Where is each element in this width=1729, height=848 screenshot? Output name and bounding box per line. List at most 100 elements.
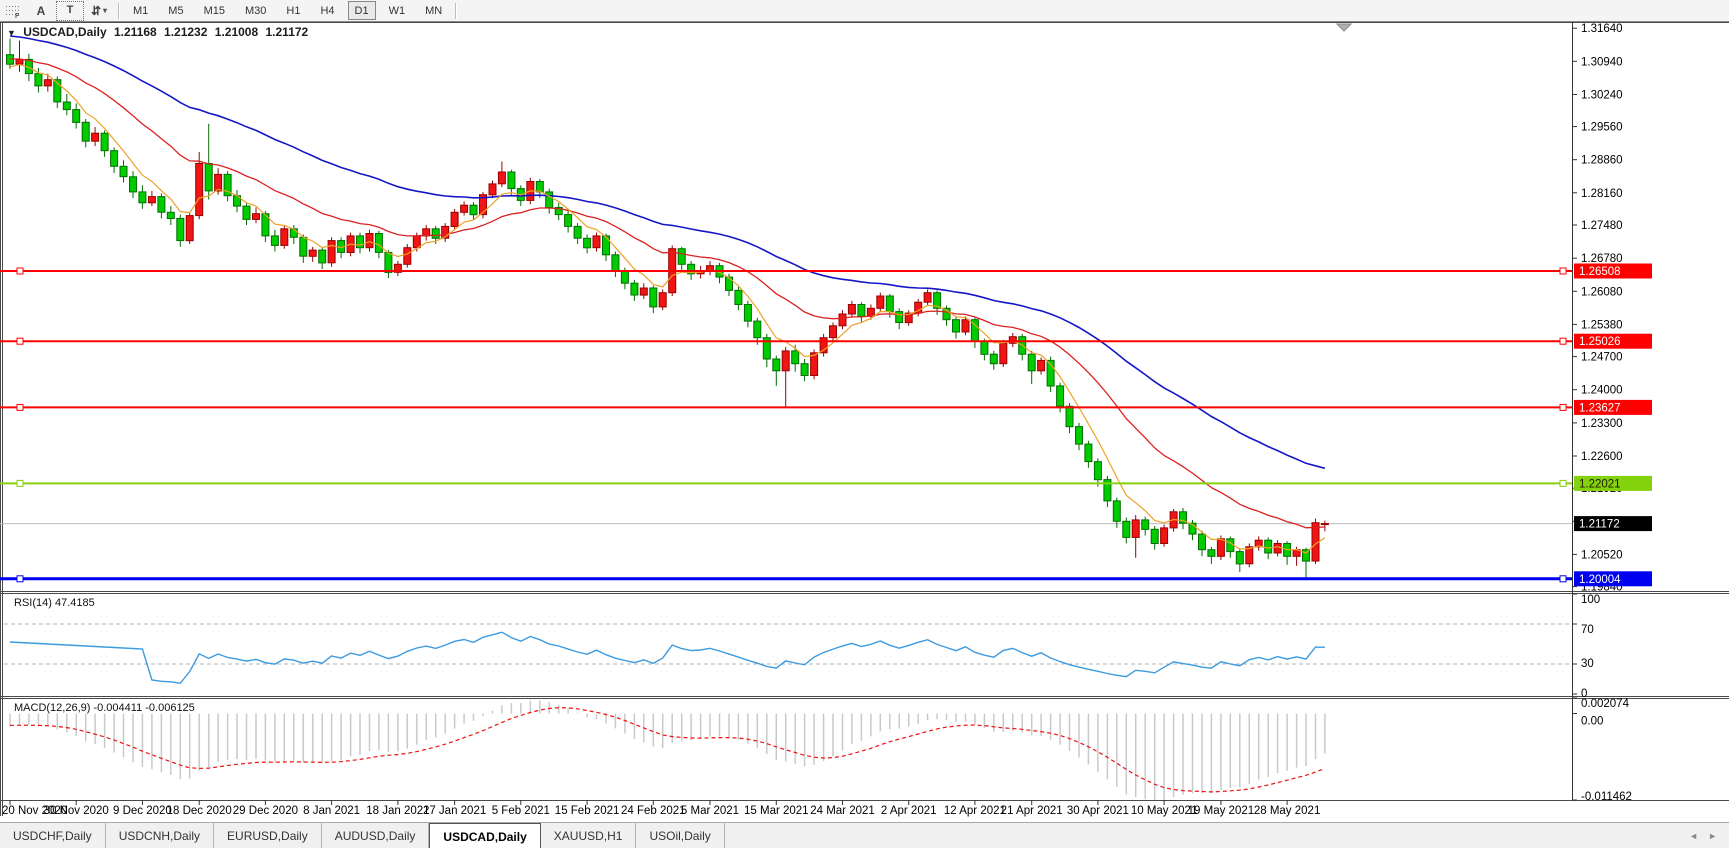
candle-body <box>573 225 582 239</box>
hline-handle[interactable] <box>1559 337 1567 345</box>
candle-body <box>1093 461 1102 481</box>
tab-audusd-daily[interactable]: AUDUSD,Daily <box>322 823 430 848</box>
price-tick-label: 1.23300 <box>1581 418 1623 430</box>
candle-body <box>1160 527 1169 545</box>
date-tick-label: 15 Mar 2021 <box>744 805 809 817</box>
candle-body <box>1027 353 1036 372</box>
candle-body <box>649 287 658 308</box>
hline-handle[interactable] <box>16 267 24 275</box>
price-axis[interactable]: 1.31640 1.30940 1.30240 1.29560 1.28860 1.281… <box>1572 23 1623 594</box>
candle-body <box>602 235 610 256</box>
tab-eurusd-daily[interactable]: EURUSD,Daily <box>214 823 322 848</box>
candle-body <box>403 247 412 265</box>
candle-body <box>734 289 743 305</box>
hline-handle[interactable] <box>16 479 24 487</box>
pane-borders <box>0 22 1729 816</box>
candle-body <box>829 325 837 339</box>
candle-body <box>743 304 752 322</box>
candle-body <box>129 176 137 193</box>
candle-body <box>214 173 223 192</box>
date-tick-label: 12 Apr 2021 <box>944 805 1006 817</box>
candle-body <box>838 313 847 327</box>
candle-body <box>630 282 639 296</box>
chart-tabs: USDCHF,Daily USDCNH,Daily EURUSD,Daily AUDU… <box>0 823 725 848</box>
hline-handle[interactable] <box>1559 575 1567 583</box>
date-tick-label: 30 Apr 2021 <box>1067 805 1129 817</box>
price-tick-label: 1.27480 <box>1581 220 1623 232</box>
candle-body <box>204 163 213 192</box>
candle-body <box>677 248 686 265</box>
hline-handle[interactable] <box>16 337 24 345</box>
date-tick-label: 18 Jan 2021 <box>366 805 429 817</box>
date-tick-label: 24 Feb 2021 <box>621 805 686 817</box>
candle-body <box>1273 543 1282 554</box>
ma-fast-line <box>9 63 1326 554</box>
tab-scroll-right-icon[interactable]: ► <box>1708 831 1717 841</box>
candle-body <box>620 270 629 284</box>
candle-body <box>1264 539 1273 554</box>
chart-tabbar: USDCHF,Daily USDCNH,Daily EURUSD,Daily AUDU… <box>0 822 1729 848</box>
date-tick-label: 28 May 2021 <box>1254 805 1321 817</box>
candle-body <box>857 304 866 317</box>
chart-svg[interactable]: 1.31640 1.30940 1.30240 1.29560 1.28860 1.281… <box>0 0 1729 822</box>
rsi-axis-label: 100 <box>1581 594 1600 606</box>
tab-scroll-buttons: ◄ ► <box>1677 823 1729 848</box>
candle-body <box>1037 359 1046 372</box>
date-tick-label: 19 May 2021 <box>1188 805 1255 817</box>
chart-area[interactable]: 1.31640 1.30940 1.30240 1.29560 1.28860 1.281… <box>0 0 1729 822</box>
date-tick-label: 27 Jan 2021 <box>423 805 486 817</box>
price-tick-label: 1.28860 <box>1581 155 1623 167</box>
hline-handle[interactable] <box>16 403 24 411</box>
price-tick-label: 1.28160 <box>1581 188 1623 200</box>
candle-body <box>535 181 544 193</box>
tab-usoil-daily[interactable]: USOil,Daily <box>636 823 725 848</box>
svg-text:1.25026: 1.25026 <box>1579 336 1621 348</box>
candle-body <box>299 236 308 257</box>
date-axis[interactable]: 20 Nov 202030 Nov 2020 9 Dec 202018 Dec 2… <box>2 800 1320 817</box>
candle-body <box>999 342 1008 365</box>
candle-body <box>980 341 989 355</box>
tab-scroll-left-icon[interactable]: ◄ <box>1689 831 1698 841</box>
date-tick-label: 5 Mar 2021 <box>681 805 739 817</box>
candle-body <box>119 165 128 178</box>
candle-body <box>876 295 885 309</box>
hline-handle[interactable] <box>1559 267 1567 275</box>
svg-text:1.23627: 1.23627 <box>1579 402 1621 414</box>
candle-body <box>847 304 856 315</box>
candle-body <box>34 73 43 87</box>
tab-xauusd-h1[interactable]: XAUUSD,H1 <box>541 823 637 848</box>
candle-body <box>62 101 71 111</box>
candle-body <box>157 196 166 213</box>
tab-usdchf-daily[interactable]: USDCHF,Daily <box>0 823 106 848</box>
macd-pane: 0.002074 0.00 -0.011462 <box>9 697 1632 803</box>
tab-usdcad-daily[interactable]: USDCAD,Daily <box>429 823 541 848</box>
candle-body <box>327 240 336 264</box>
date-tick-label: 15 Feb 2021 <box>555 805 620 817</box>
candle-body <box>166 211 175 220</box>
hline-handle[interactable] <box>1559 403 1567 411</box>
candle-body <box>1150 528 1159 544</box>
candle-body <box>639 287 648 296</box>
date-tick-label: 24 Mar 2021 <box>810 805 875 817</box>
candle-body <box>185 215 194 242</box>
candle-body <box>280 228 289 246</box>
candle-body <box>469 204 478 216</box>
macd-axis-label: 0.002074 <box>1581 698 1630 710</box>
date-tick-label: 18 Dec 2020 <box>167 805 232 817</box>
candle-body <box>242 205 251 220</box>
chart-shift-marker-icon[interactable] <box>1335 23 1353 32</box>
candle-body <box>885 295 894 313</box>
hline-handle[interactable] <box>1559 479 1567 487</box>
candle-body <box>923 292 932 303</box>
hline-handle[interactable] <box>16 575 24 583</box>
tab-usdcnh-daily[interactable]: USDCNH,Daily <box>106 823 215 848</box>
candle-body <box>1112 500 1121 522</box>
macd-axis-label: -0.011462 <box>1581 791 1632 803</box>
candle-body <box>507 171 516 190</box>
price-tick-label: 1.24000 <box>1581 385 1623 397</box>
candle-body <box>1141 519 1150 530</box>
date-tick-label: 30 Nov 2020 <box>44 805 109 817</box>
candle-body <box>1075 426 1083 445</box>
horizontal-lines: 1.26508 1.25026 1.23627 1.22021 1.20004 <box>0 263 1652 587</box>
candle-body <box>791 350 800 365</box>
